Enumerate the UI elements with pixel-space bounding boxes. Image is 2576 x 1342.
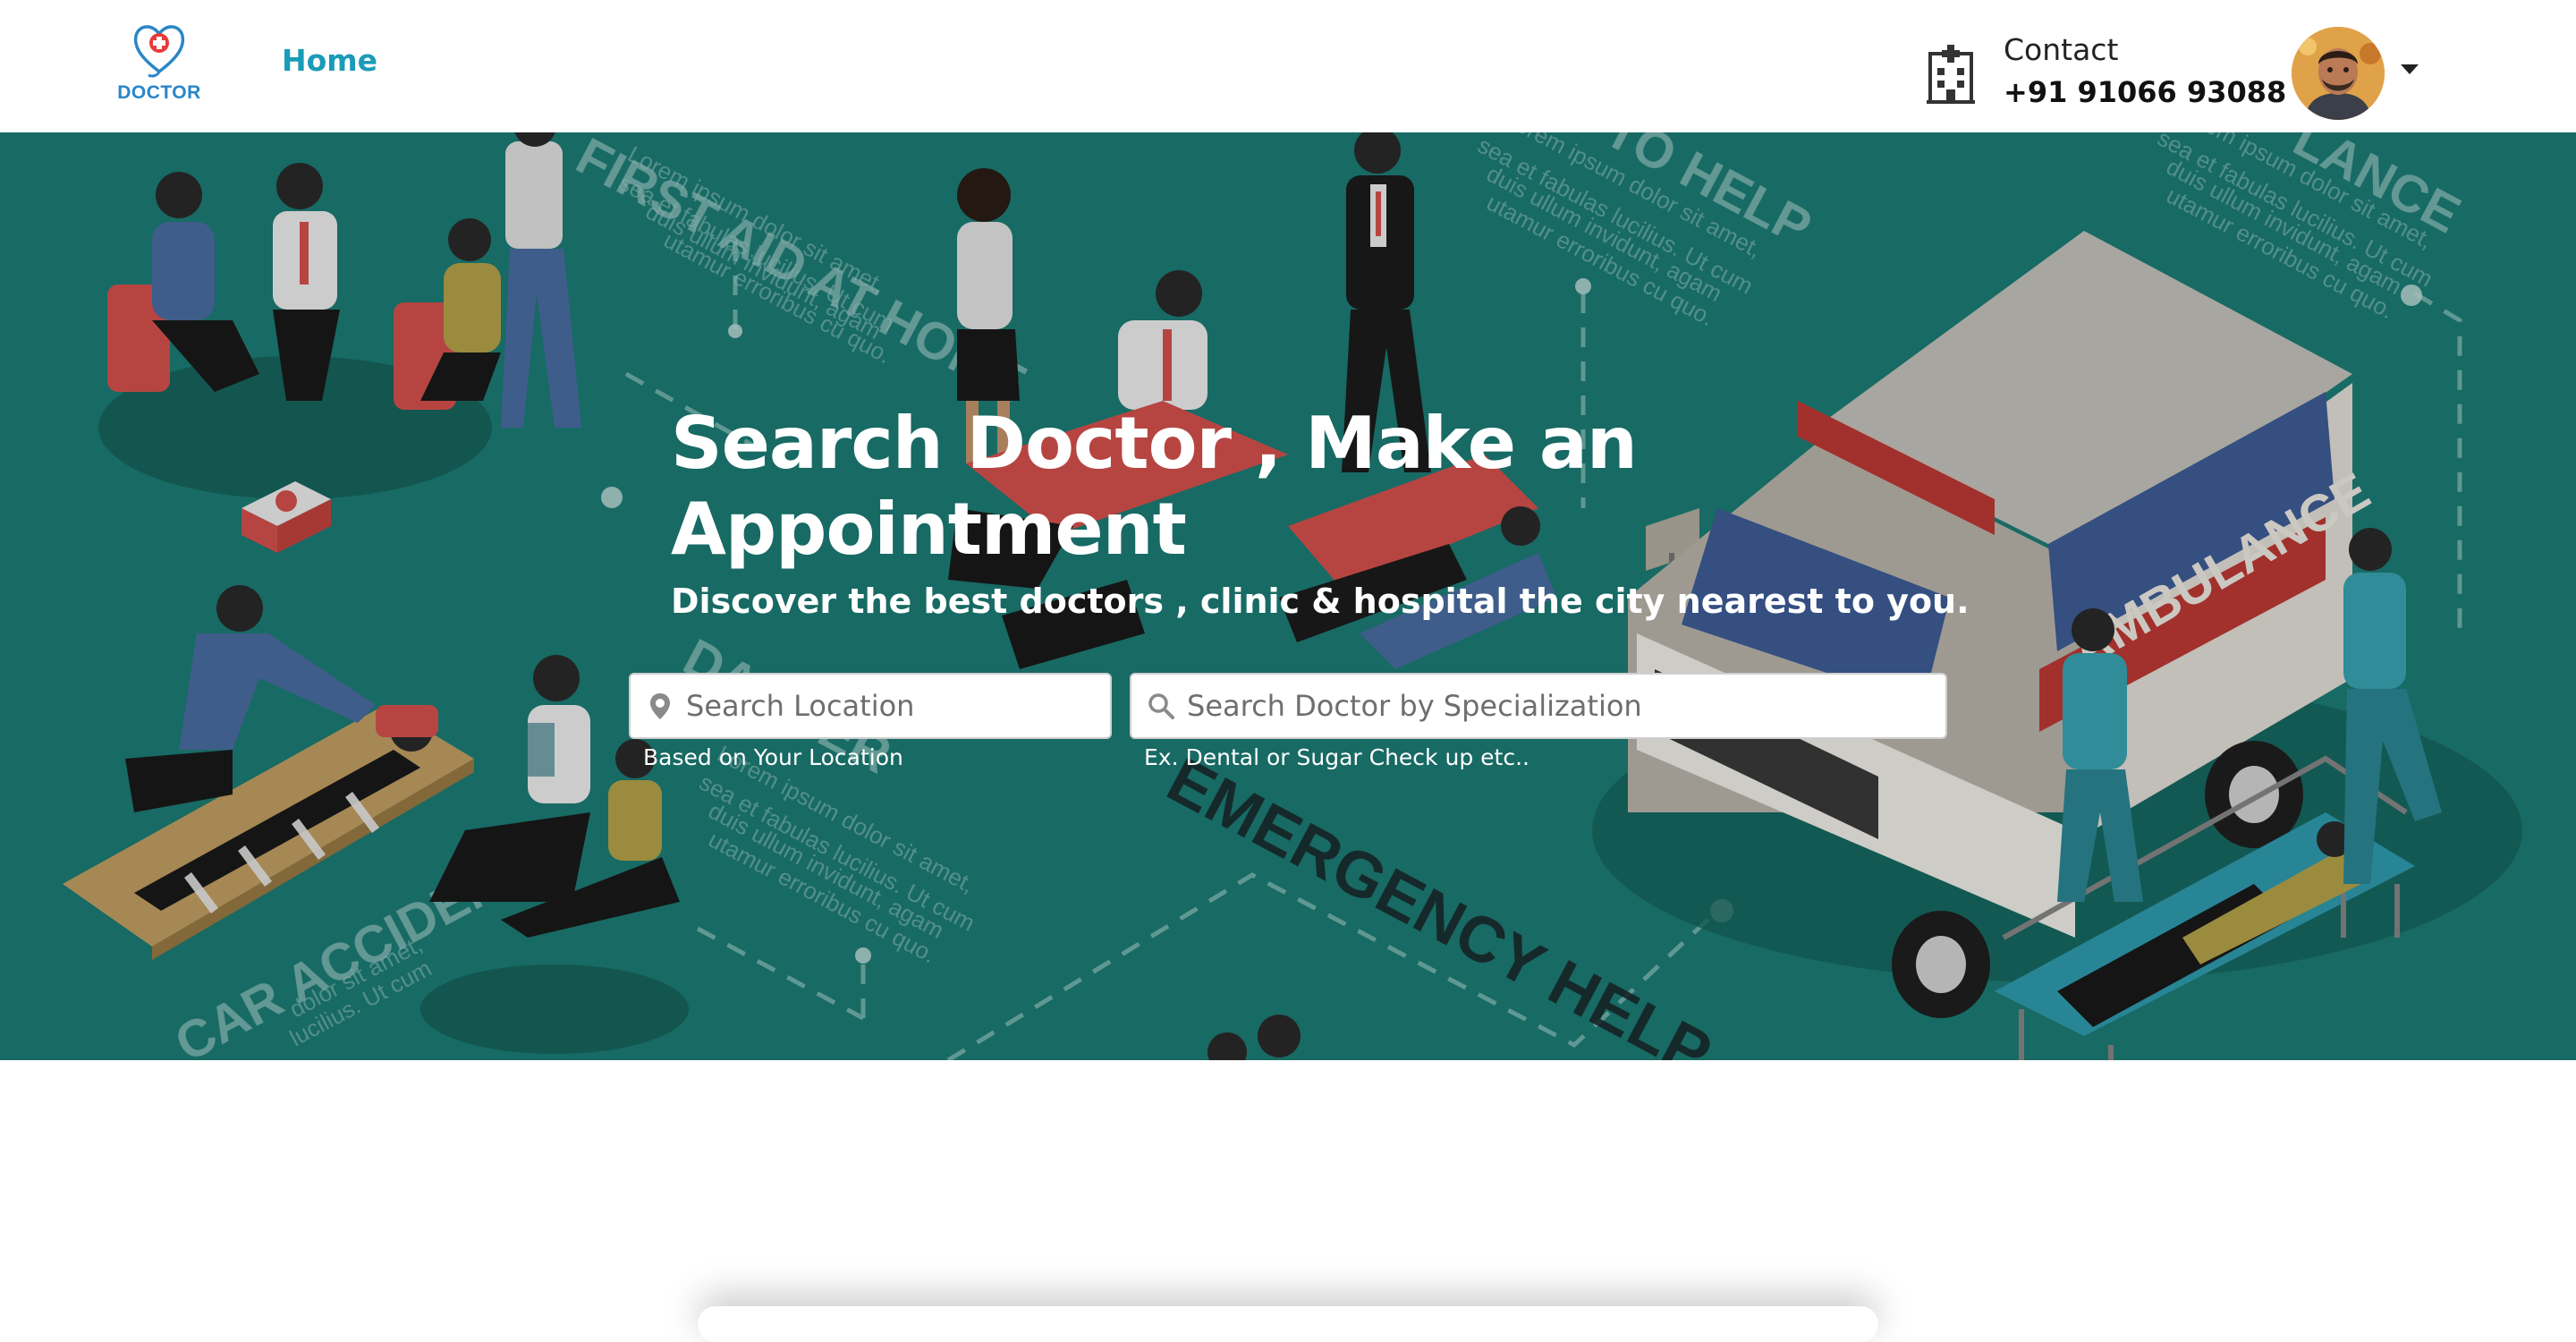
chevron-down-icon[interactable] [2401,64,2419,74]
search-icon [1148,693,1174,719]
brand-logo[interactable]: DOCTOR [114,20,204,109]
location-hint: Based on Your Location [643,744,903,770]
content-card-edge [698,1306,1878,1342]
heart-stethoscope-icon [133,25,185,78]
search-location-input[interactable] [686,679,1110,733]
hospital-building-icon [1927,45,1975,104]
map-pin-icon [650,693,670,719]
hero-title: Search Doctor , Make an Appointment [671,402,1638,571]
specialization-search-box[interactable] [1130,673,1947,739]
user-account-button[interactable] [2292,27,2390,120]
top-navbar: DOCTOR Home Contact +91 91066 93088 [0,0,2576,132]
hero-banner: Lorem ipsum dolor sit amet, sea et fabul… [0,132,2576,1060]
avatar [2292,27,2385,120]
specialization-hint: Ex. Dental or Sugar Check up etc.. [1144,744,1530,770]
search-specialization-input[interactable] [1187,679,1945,733]
contact-phone[interactable]: +91 91066 93088 [2004,75,2286,109]
location-search-box[interactable] [629,673,1112,739]
contact-label: Contact [2004,32,2119,67]
brand-name: DOCTOR [117,82,201,103]
hero-subtitle: Discover the best doctors , clinic & hos… [671,582,1970,621]
nav-home-link[interactable]: Home [282,43,377,78]
